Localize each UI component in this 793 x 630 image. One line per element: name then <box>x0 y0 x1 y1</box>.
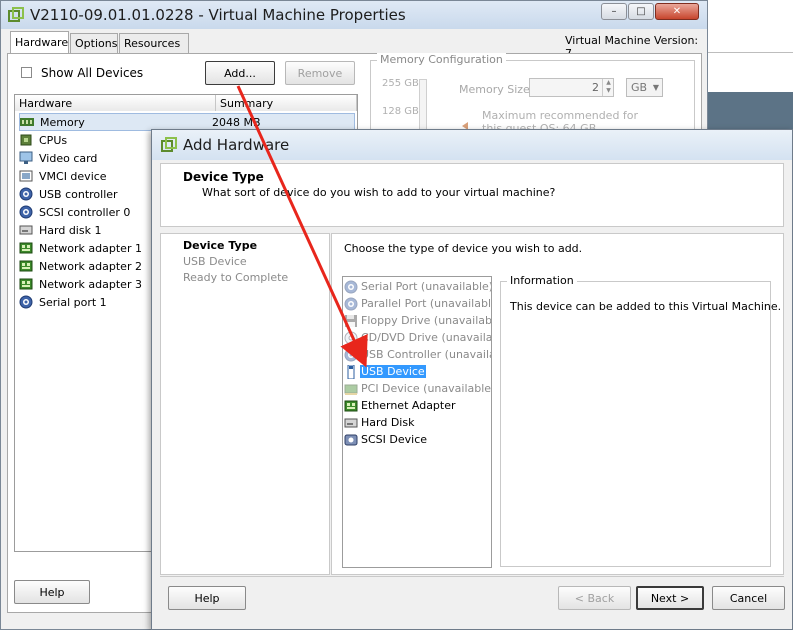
annotation-arrow-line <box>236 85 368 368</box>
annotation-arrow <box>236 85 368 368</box>
